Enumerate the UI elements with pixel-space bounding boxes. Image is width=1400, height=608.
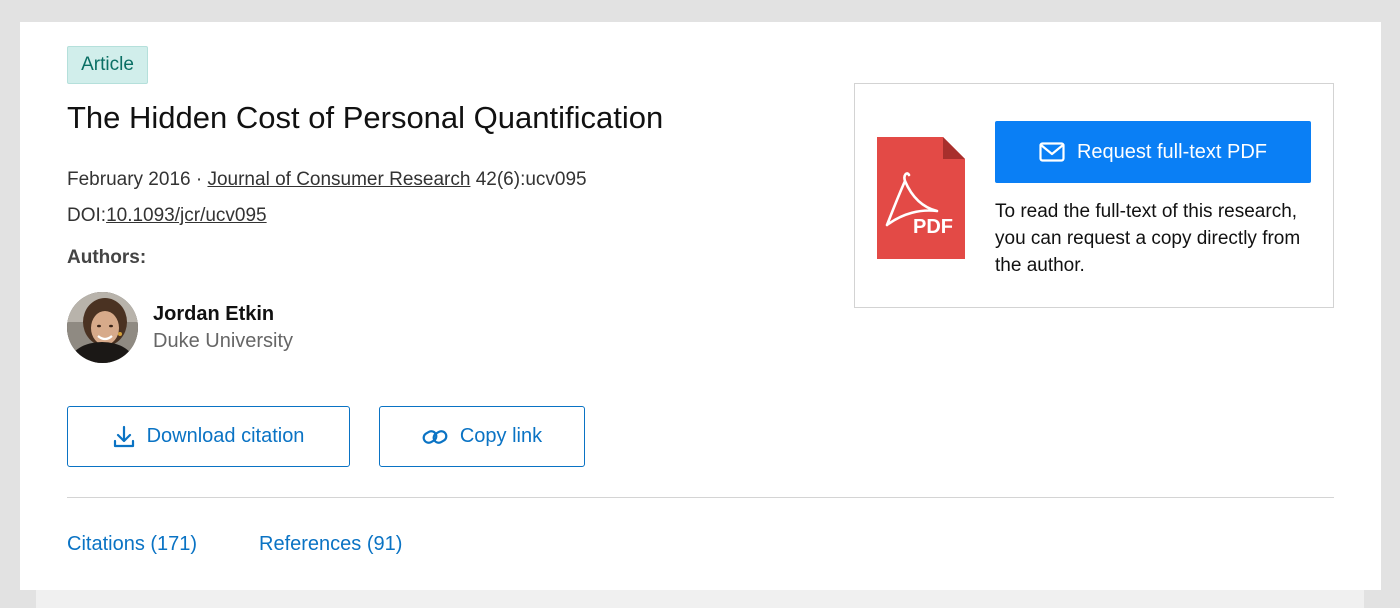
envelope-icon xyxy=(1039,142,1065,162)
pdf-file-icon: PDF xyxy=(877,137,965,259)
meta-separator: · xyxy=(190,169,208,190)
doi-link[interactable]: 10.1093/jcr/ucv095 xyxy=(106,205,267,226)
author-institution[interactable]: Duke University xyxy=(153,329,293,353)
doi-line: DOI:10.1093/jcr/ucv095 xyxy=(67,204,267,228)
tab-citations[interactable]: Citations (171) xyxy=(67,532,197,556)
link-icon xyxy=(422,427,448,447)
page-title: The Hidden Cost of Personal Quantificati… xyxy=(67,100,664,135)
journal-issue: 42(6):ucv095 xyxy=(470,169,587,190)
request-full-text-button[interactable]: Request full-text PDF xyxy=(995,121,1311,183)
copy-link-label: Copy link xyxy=(459,425,543,447)
publication-card: Article The Hidden Cost of Personal Quan… xyxy=(20,22,1381,590)
download-icon xyxy=(113,425,135,449)
page-footer-strip xyxy=(36,590,1364,608)
publication-meta: February 2016 · Journal of Consumer Rese… xyxy=(67,168,587,192)
author-photo xyxy=(67,292,138,363)
section-divider xyxy=(67,497,1334,498)
author-name[interactable]: Jordan Etkin xyxy=(153,302,274,326)
article-type-badge: Article xyxy=(67,46,148,84)
download-citation-button[interactable]: Download citation xyxy=(67,406,350,467)
doi-label: DOI: xyxy=(67,205,107,226)
full-text-description: To read the full-text of this research, … xyxy=(995,201,1301,276)
pdf-icon-label: PDF xyxy=(913,216,953,238)
tab-references[interactable]: References (91) xyxy=(259,532,402,556)
publication-date: February 2016 xyxy=(67,169,191,190)
download-citation-label: Download citation xyxy=(146,425,305,447)
request-full-text-label: Request full-text PDF xyxy=(1076,140,1268,163)
full-text-request-panel: PDF Request full-text PDF To read the fu… xyxy=(854,83,1334,308)
journal-link[interactable]: Journal of Consumer Research xyxy=(207,169,470,190)
copy-link-button[interactable]: Copy link xyxy=(379,406,585,467)
authors-heading: Authors: xyxy=(67,247,147,268)
avatar[interactable] xyxy=(67,292,138,363)
